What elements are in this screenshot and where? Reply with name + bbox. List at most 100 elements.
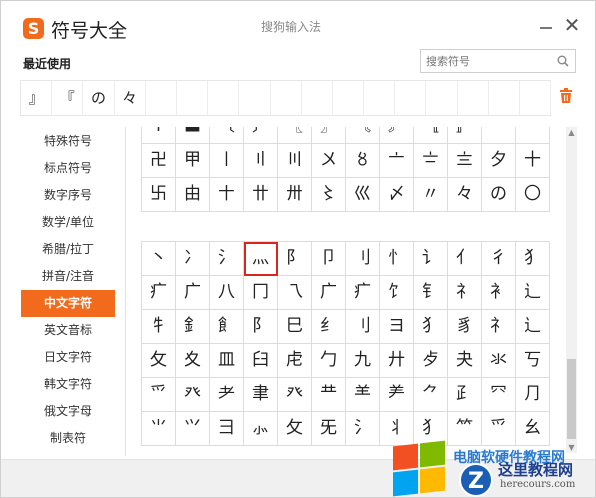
minimize-button[interactable] [538, 17, 554, 35]
symbol-cell[interactable]: ⺤ [482, 412, 516, 446]
symbol-cell[interactable]: 〧 [414, 144, 448, 178]
symbol-cell[interactable]: 勹 [312, 344, 346, 378]
symbol-cell[interactable]: 〒 [142, 127, 176, 144]
symbol-cell[interactable]: 刂 [346, 310, 380, 344]
symbol-cell[interactable]: 纟 [312, 310, 346, 344]
symbol-cell[interactable]: 皿 [210, 344, 244, 378]
symbol-cell[interactable]: 阝 [278, 242, 312, 276]
symbol-cell[interactable]: 犭 [516, 242, 550, 276]
symbol-cell[interactable]: 夕 [482, 144, 516, 178]
symbol-cell[interactable]: 虍 [278, 344, 312, 378]
symbol-cell[interactable]: 〤 [312, 144, 346, 178]
symbol-cell[interactable]: ⺶ [380, 378, 414, 412]
symbol-cell[interactable]: 耂 [210, 378, 244, 412]
symbol-cell[interactable]: 〜 [482, 127, 516, 144]
symbol-cell[interactable]: 〢 [244, 144, 278, 178]
symbol-cell[interactable]: 卩 [312, 242, 346, 276]
symbol-cell[interactable]: 〓 [176, 127, 210, 144]
symbol-cell[interactable]: 〆 [380, 178, 414, 212]
symbol-cell[interactable]: 巳 [278, 310, 312, 344]
symbol-cell[interactable]: ⺛ [312, 412, 346, 446]
trash-icon[interactable] [559, 88, 573, 104]
symbol-cell[interactable]: 聿 [244, 378, 278, 412]
symbol-cell[interactable]: 〚 [414, 127, 448, 144]
symbol-cell[interactable]: 亻 [448, 242, 482, 276]
recent-symbol-cell[interactable] [364, 81, 396, 115]
search-input[interactable] [426, 52, 552, 70]
symbol-cell[interactable]: 钅 [414, 276, 448, 310]
symbol-cell[interactable]: ⺆ [516, 378, 550, 412]
sidebar-item[interactable]: 英文音标 [21, 317, 115, 344]
symbol-cell[interactable]: ⺌ [142, 412, 176, 446]
symbol-cell[interactable]: 〘 [346, 127, 380, 144]
symbol-cell[interactable]: 由 [176, 178, 210, 212]
symbol-cell[interactable]: 夬 [448, 344, 482, 378]
symbol-cell[interactable]: 〻 [312, 178, 346, 212]
symbol-cell[interactable]: 灬 [244, 242, 278, 276]
symbol-cell[interactable]: 〙 [380, 127, 414, 144]
symbol-cell[interactable]: 卍 [142, 144, 176, 178]
recent-symbol-cell[interactable] [333, 81, 365, 115]
symbol-cell[interactable]: 疒 [346, 276, 380, 310]
recent-symbol-cell[interactable] [239, 81, 271, 115]
symbol-cell[interactable]: 冂 [244, 276, 278, 310]
recent-symbol-cell[interactable]: の [83, 81, 115, 115]
symbol-cell[interactable]: 疒 [142, 276, 176, 310]
symbol-cell[interactable]: ⺓ [516, 412, 550, 446]
symbol-cell[interactable]: 〨 [448, 144, 482, 178]
symbol-cell[interactable]: 釒 [176, 310, 210, 344]
symbol-cell[interactable]: 甲 [176, 144, 210, 178]
symbol-cell[interactable]: ⺡ [346, 412, 380, 446]
sidebar-item[interactable]: 中文字符 [21, 290, 115, 317]
symbol-cell[interactable]: 癶 [278, 378, 312, 412]
symbol-cell[interactable]: 龷 [312, 378, 346, 412]
title-bar[interactable]: S 符号大全 搜狗输入法 ✕ [1, 1, 595, 45]
symbol-cell[interactable]: 〰 [516, 127, 550, 144]
sidebar-item[interactable]: 标点符号 [21, 155, 115, 182]
symbol-cell[interactable]: 广 [312, 276, 346, 310]
symbol-cell[interactable]: 〸 [210, 178, 244, 212]
symbol-cell[interactable]: 〗 [312, 127, 346, 144]
recent-symbol-cell[interactable] [395, 81, 427, 115]
recent-symbol-cell[interactable]: 』 [21, 81, 53, 115]
symbol-cell[interactable]: 刂 [346, 242, 380, 276]
scroll-thumb[interactable] [567, 359, 576, 439]
symbol-cell[interactable]: 豸 [448, 310, 482, 344]
symbol-cell[interactable]: 歺 [414, 344, 448, 378]
symbol-cell[interactable]: 々 [448, 178, 482, 212]
symbol-cell[interactable]: ⺍ [176, 412, 210, 446]
sidebar-item[interactable]: 韩文字符 [21, 371, 115, 398]
symbol-cell[interactable]: 讠 [414, 242, 448, 276]
symbol-cell[interactable]: 辶 [516, 310, 550, 344]
symbol-cell[interactable]: 〦 [380, 144, 414, 178]
symbol-cell[interactable]: 〔 [210, 127, 244, 144]
symbol-cell[interactable]: 〖 [278, 127, 312, 144]
recent-symbol-cell[interactable] [271, 81, 302, 115]
symbol-cell[interactable]: 氵 [210, 242, 244, 276]
recent-symbol-cell[interactable] [177, 81, 209, 115]
symbol-cell[interactable]: 犭 [414, 310, 448, 344]
scroll-up-icon[interactable]: ▲ [566, 127, 577, 138]
recent-symbol-cell[interactable] [208, 81, 240, 115]
search-icon[interactable] [557, 55, 569, 67]
recent-symbol-cell[interactable] [426, 81, 458, 115]
sidebar-item[interactable]: 拼音/注音 [21, 263, 115, 290]
symbol-cell[interactable]: 癶 [176, 378, 210, 412]
symbol-cell[interactable]: 〺 [278, 178, 312, 212]
sidebar-item[interactable]: 特殊符号 [21, 128, 115, 155]
symbol-cell[interactable]: 广 [176, 276, 210, 310]
symbol-cell[interactable]: 礻 [482, 310, 516, 344]
symbol-search-box[interactable] [420, 49, 576, 73]
symbol-cell[interactable]: 〡 [210, 144, 244, 178]
symbol-cell[interactable]: 攵 [142, 344, 176, 378]
symbol-cell[interactable]: 饣 [380, 276, 414, 310]
symbol-cell[interactable]: 夊 [176, 344, 210, 378]
symbol-cell[interactable]: 忄 [380, 242, 414, 276]
symbol-cell[interactable]: ⺪ [448, 378, 482, 412]
symbol-cell[interactable]: 阝 [244, 310, 278, 344]
symbol-cell[interactable]: 〃 [414, 178, 448, 212]
symbol-cell[interactable]: 飠 [210, 310, 244, 344]
recent-symbol-cell[interactable] [458, 81, 489, 115]
symbol-cell[interactable]: ⺳ [482, 378, 516, 412]
vertical-scrollbar[interactable]: ▲ ▼ [566, 127, 577, 453]
